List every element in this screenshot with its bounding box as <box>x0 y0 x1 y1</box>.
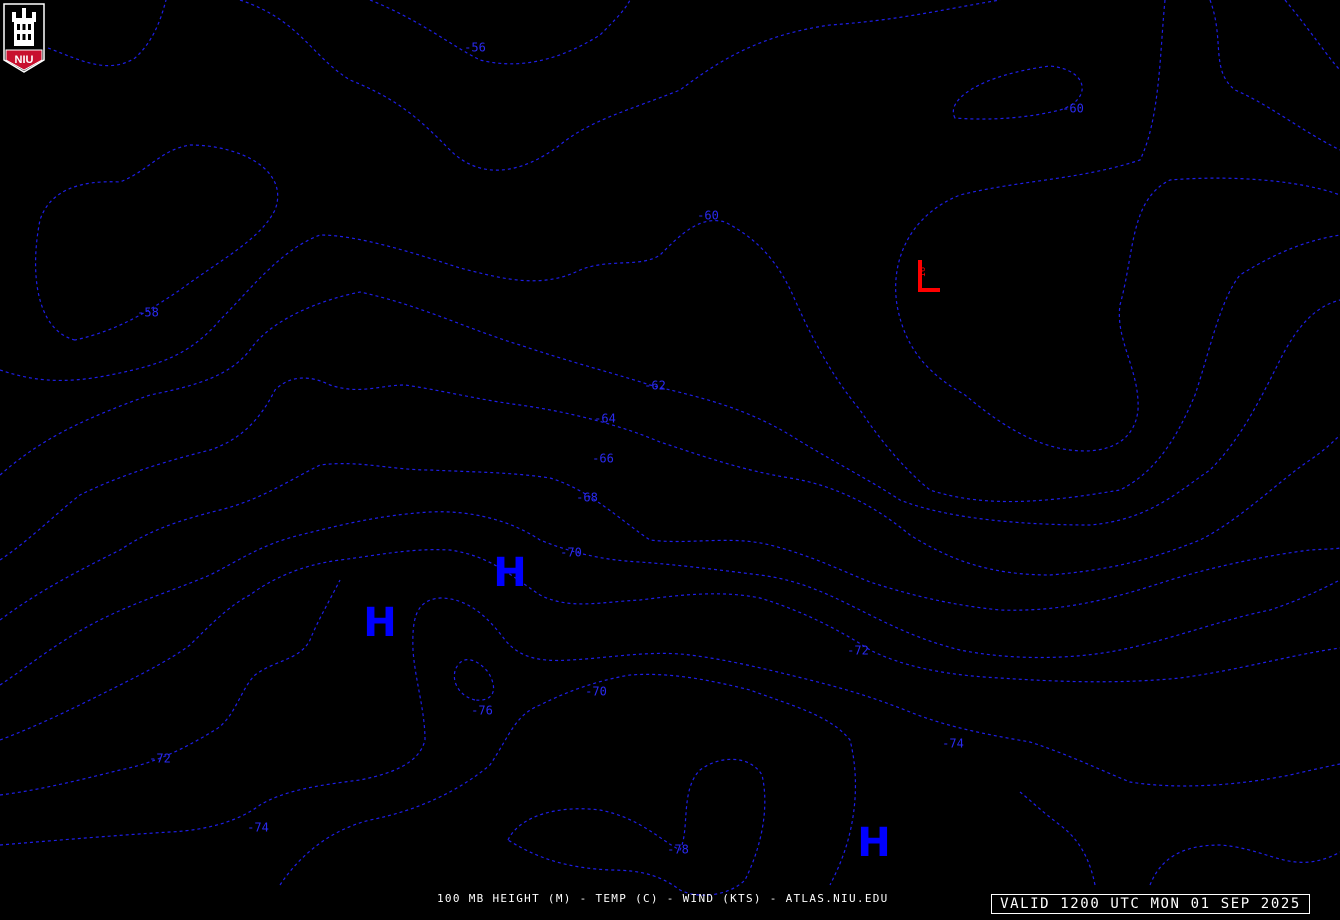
isotherm-contour <box>0 291 1340 526</box>
isotherm-label: -74 <box>247 821 269 835</box>
isotherm-label: -60 <box>697 209 719 223</box>
isotherm-contour <box>1149 844 1340 886</box>
isotherm-contour <box>279 673 857 886</box>
isotherm-label: -60 <box>1062 102 1084 116</box>
isotherm-label: -56 <box>464 41 486 55</box>
isotherm-contour <box>895 0 1340 452</box>
isotherm-contour <box>1019 791 1096 886</box>
valid-time-label: VALID 1200 UTC MON 01 SEP 2025 <box>991 894 1310 914</box>
low-pressure-marker: 16 <box>918 260 940 292</box>
isotherm-contour <box>0 377 1340 576</box>
isotherm-contour <box>0 511 1340 686</box>
high-pressure-marker: H <box>857 820 890 866</box>
isotherm-label: -62 <box>644 379 666 393</box>
high-pressure-marker: H <box>363 600 396 646</box>
isotherm-contours <box>0 0 1340 896</box>
isotherm-label: -78 <box>667 843 689 857</box>
pressure-centers: H H H 16 <box>363 260 940 866</box>
isotherm-label: -66 <box>592 452 614 466</box>
low-pressure-value: 16 <box>918 267 927 277</box>
isotherm-label: -72 <box>149 752 171 766</box>
map-caption: 100 MB HEIGHT (M) - TEMP (C) - WIND (KTS… <box>437 892 889 905</box>
isotherm-labels: -56 -58 -60 -60 -62 -64 -66 -68 -70 -70 … <box>137 41 1084 857</box>
isotherm-contour <box>47 0 167 67</box>
weather-map: -56 -58 -60 -60 -62 -64 -66 -68 -70 -70 … <box>0 0 1340 896</box>
high-pressure-marker: H <box>493 550 526 596</box>
isotherm-contour <box>1284 0 1340 71</box>
tower-icon <box>12 8 36 46</box>
isotherm-contour <box>369 0 631 65</box>
isotherm-label: -74 <box>942 737 964 751</box>
logo-text: NIU <box>15 54 34 66</box>
isotherm-label: -70 <box>560 546 582 560</box>
isotherm-contour <box>0 597 1340 846</box>
isotherm-label: -68 <box>576 491 598 505</box>
isotherm-contour <box>0 220 1340 503</box>
isotherm-label: -58 <box>137 306 159 320</box>
isotherm-label: -72 <box>847 644 869 658</box>
isotherm-label: -64 <box>594 412 616 426</box>
isotherm-contour <box>239 0 1001 171</box>
isotherm-contour <box>453 659 495 701</box>
isotherm-contour <box>507 758 766 896</box>
niu-logo: NIU <box>3 3 45 73</box>
isotherm-label: -70 <box>585 685 607 699</box>
isotherm-label: -76 <box>471 704 493 718</box>
isotherm-contour <box>1209 0 1340 151</box>
